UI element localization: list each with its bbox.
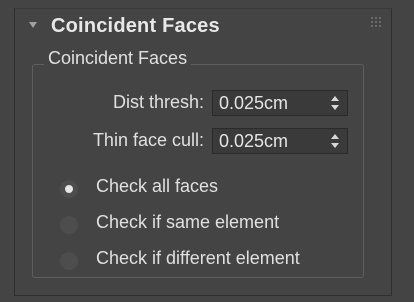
thin-face-cull-value[interactable]: 0.025cm [219,131,288,152]
spin-down-icon[interactable] [331,105,339,110]
radio-button-icon[interactable] [60,252,78,270]
rollout-title[interactable]: Coincident Faces [51,15,220,38]
radio-button-checked-icon[interactable] [60,180,78,198]
drag-grip-icon[interactable] [371,17,383,29]
dist-thresh-spinner[interactable]: 0.025cm [212,90,348,116]
radio-button-icon[interactable] [60,216,78,234]
radio-check-same-element[interactable]: Check if same element [56,212,356,240]
triangle-down-icon[interactable] [29,22,37,28]
dist-thresh-value[interactable]: 0.025cm [219,93,288,114]
spin-up-icon[interactable] [331,134,339,139]
spin-down-icon[interactable] [331,143,339,148]
thin-face-cull-label: Thin face cull: [92,130,204,150]
radio-check-all-faces[interactable]: Check all faces [56,176,356,204]
coincident-faces-panel-frame: Coincident Faces Coincident Faces Dist t… [0,0,414,302]
thin-face-cull-spinner[interactable]: 0.025cm [212,128,348,154]
spin-up-icon[interactable] [331,96,339,101]
radio-label[interactable]: Check if different element [96,248,300,269]
radio-label[interactable]: Check if same element [96,212,279,233]
rollout-header[interactable]: Coincident Faces [15,9,391,47]
radio-check-different-element[interactable]: Check if different element [56,248,356,276]
dist-thresh-label: Dist thresh: [112,92,204,112]
group-title: Coincident Faces [44,48,192,69]
radio-label[interactable]: Check all faces [96,176,218,197]
